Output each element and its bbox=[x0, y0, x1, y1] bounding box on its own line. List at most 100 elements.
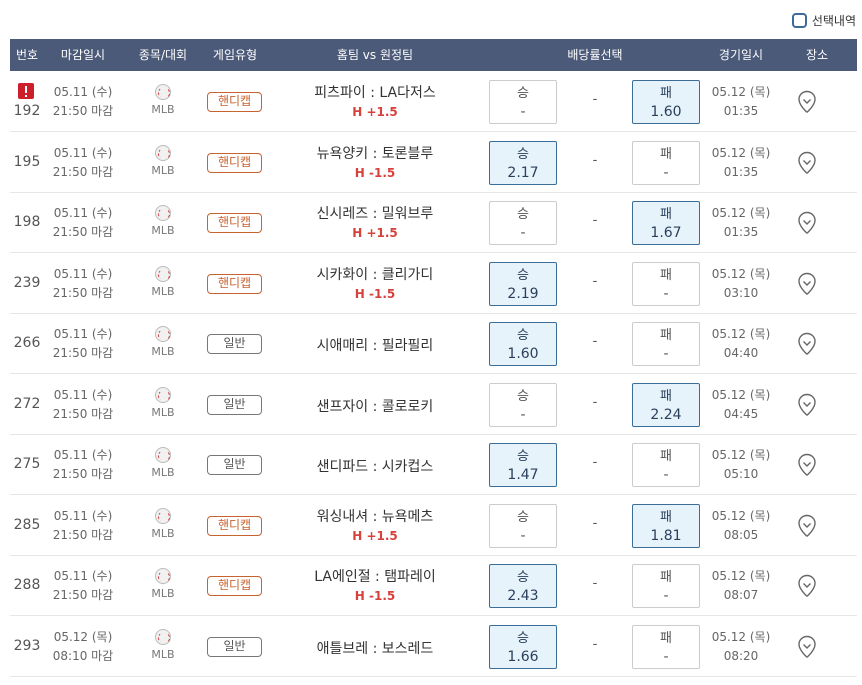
deadline-cell: 05.11 (수) 21:50 마감 bbox=[48, 446, 118, 484]
baseball-icon bbox=[155, 326, 171, 342]
header-venue: 장소 bbox=[805, 48, 829, 62]
odds-win-button[interactable]: 승 2.43 bbox=[489, 564, 557, 608]
location-pin-icon[interactable] bbox=[796, 635, 818, 659]
odds-lose-button[interactable]: 패- bbox=[632, 624, 700, 669]
game-type-badge: 일반 bbox=[207, 636, 262, 657]
odds-win-button[interactable]: 승 2.17 bbox=[489, 140, 557, 185]
baseball-icon bbox=[155, 628, 171, 645]
odds-win-value: 1.66 bbox=[507, 648, 539, 665]
game-time: 04:45 bbox=[723, 406, 759, 421]
location-pin-icon[interactable] bbox=[796, 453, 818, 477]
odds-lose-button[interactable]: 패- bbox=[632, 140, 700, 185]
top-bar: 선택내역 bbox=[0, 0, 862, 38]
odds-lose-button[interactable]: 패- bbox=[632, 443, 700, 487]
game-time: 04:40 bbox=[723, 346, 759, 360]
odds-lose-button[interactable]: 패- bbox=[632, 322, 700, 366]
odds-win-label: 승 bbox=[517, 570, 529, 585]
header-teams: 홈팀 vs 원정팀 bbox=[336, 48, 414, 62]
game-time-cell: 05.12 (목) 08:07 bbox=[705, 567, 777, 605]
deadline-cell: 05.11 (수) 21:50 마감 bbox=[48, 386, 118, 424]
odds-win-button[interactable]: 승 1.60 bbox=[489, 322, 557, 366]
match-teams: 샌디파드 : 시카컵스 bbox=[316, 459, 434, 475]
odds-win-value: - bbox=[520, 527, 526, 544]
game-number: 272 bbox=[13, 395, 41, 412]
location-pin-icon[interactable] bbox=[796, 514, 818, 538]
handicap-line: H +1.5 bbox=[352, 226, 398, 240]
deadline-date: 05.11 (수) bbox=[53, 508, 113, 523]
odds-lose-button[interactable]: 패 2.24 bbox=[632, 382, 700, 427]
odds-win-value: 1.60 bbox=[507, 346, 539, 362]
location-pin-icon[interactable] bbox=[796, 151, 818, 175]
select-history-checkbox[interactable] bbox=[791, 13, 807, 28]
game-number: 275 bbox=[13, 456, 41, 472]
league-label: MLB bbox=[151, 587, 175, 600]
league-label: MLB bbox=[151, 284, 175, 298]
game-row: 192 05.11 (수) 21:50 마감 MLB 핸디캡 피츠파이 : LA다저스 H … bbox=[10, 72, 857, 132]
odds-win-label: 승 bbox=[517, 388, 529, 404]
odds-lose-button[interactable]: 패- bbox=[632, 261, 700, 306]
odds-win-value: - bbox=[520, 104, 526, 120]
odds-draw: - bbox=[592, 455, 598, 470]
odds-win-button[interactable]: 승- bbox=[489, 80, 557, 124]
match-teams: LA에인절 : 탬파레이 bbox=[314, 569, 436, 585]
odds-lose-label: 패 bbox=[660, 207, 672, 222]
game-number: 266 bbox=[13, 335, 41, 351]
location-pin-icon[interactable] bbox=[796, 332, 818, 356]
odds-win-label: 승 bbox=[517, 630, 529, 646]
odds-lose-button[interactable]: 패- bbox=[632, 564, 700, 608]
game-time-cell: 05.12 (목) 03:10 bbox=[705, 265, 777, 303]
deadline-time: 21:50 마감 bbox=[52, 467, 114, 481]
game-time: 01:35 bbox=[723, 164, 759, 179]
match-teams: 피츠파이 : LA다저스 bbox=[314, 85, 436, 101]
odds-lose-value: - bbox=[663, 164, 669, 181]
location-pin-icon[interactable] bbox=[796, 90, 818, 114]
odds-win-button[interactable]: 승- bbox=[489, 382, 557, 427]
odds-win-button[interactable]: 승- bbox=[489, 201, 557, 245]
odds-draw: - bbox=[592, 334, 598, 349]
game-date: 05.12 (목) bbox=[711, 629, 771, 644]
alert-icon bbox=[18, 83, 34, 99]
odds-win-button[interactable]: 승 1.66 bbox=[489, 624, 557, 669]
deadline-cell: 05.12 (목) 08:10 마감 bbox=[48, 628, 118, 666]
odds-lose-value: - bbox=[663, 588, 669, 604]
game-type-badge: 핸디캡 bbox=[207, 273, 262, 294]
odds-lose-button[interactable]: 패 1.67 bbox=[632, 201, 700, 245]
baseball-icon bbox=[155, 84, 171, 100]
odds-win-button[interactable]: 승- bbox=[489, 503, 557, 548]
odds-lose-label: 패 bbox=[660, 267, 672, 283]
deadline-time: 21:50 마감 bbox=[52, 527, 114, 542]
odds-draw: - bbox=[592, 92, 598, 107]
odds-win-value: 1.47 bbox=[507, 467, 539, 483]
game-date: 05.12 (목) bbox=[711, 206, 771, 220]
match-teams: 애틀브레 : 보스레드 bbox=[316, 640, 434, 657]
game-time: 08:05 bbox=[723, 527, 759, 542]
handicap-line: H -1.5 bbox=[354, 589, 396, 603]
game-date: 05.12 (목) bbox=[711, 266, 771, 281]
odds-win-label: 승 bbox=[517, 509, 529, 525]
game-number: 239 bbox=[13, 274, 41, 291]
odds-win-button[interactable]: 승 2.19 bbox=[489, 261, 557, 306]
odds-lose-value: - bbox=[663, 285, 669, 302]
league-label: MLB bbox=[151, 466, 175, 479]
odds-draw: - bbox=[592, 576, 598, 591]
select-history-toggle[interactable]: 선택내역 bbox=[791, 12, 856, 29]
match-teams: 신시레즈 : 밀워브루 bbox=[316, 206, 434, 222]
deadline-time: 21:50 마감 bbox=[52, 164, 114, 179]
deadline-date: 05.11 (수) bbox=[53, 145, 113, 160]
odds-lose-label: 패 bbox=[660, 449, 672, 464]
deadline-date: 05.11 (수) bbox=[53, 569, 113, 583]
odds-lose-button[interactable]: 패 1.81 bbox=[632, 503, 700, 548]
odds-lose-label: 패 bbox=[660, 630, 672, 646]
location-pin-icon[interactable] bbox=[796, 211, 818, 235]
handicap-line: H -1.5 bbox=[354, 165, 396, 180]
game-time-cell: 05.12 (목) 04:40 bbox=[705, 325, 777, 363]
location-pin-icon[interactable] bbox=[796, 574, 818, 598]
location-pin-icon[interactable] bbox=[796, 393, 818, 417]
odds-win-button[interactable]: 승 1.47 bbox=[489, 443, 557, 487]
deadline-cell: 05.11 (수) 21:50 마감 bbox=[48, 144, 118, 182]
odds-lose-button[interactable]: 패 1.60 bbox=[632, 80, 700, 124]
game-row: 272 05.11 (수) 21:50 마감 MLB 일반 샌프자이 : 콜로로키 승 - - 패… bbox=[10, 374, 857, 435]
game-time-cell: 05.12 (목) 05:10 bbox=[705, 446, 777, 484]
game-time-cell: 05.12 (목) 04:45 bbox=[705, 386, 777, 424]
location-pin-icon[interactable] bbox=[796, 272, 818, 296]
